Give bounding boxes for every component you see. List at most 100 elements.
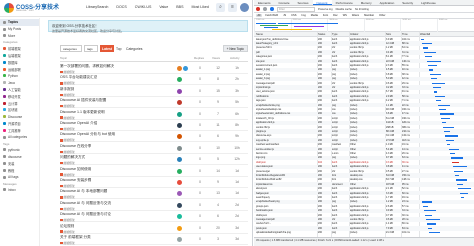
poster-avatar[interactable] (177, 88, 182, 94)
request-initiator[interactable]: vendor-3f2.js (350, 46, 384, 49)
request-name[interactable]: logo.png (256, 156, 316, 159)
topic-activity[interactable]: 2d (230, 214, 244, 218)
poster-avatar[interactable] (177, 202, 182, 208)
request-name[interactable]: topics/latest.rss (256, 183, 316, 186)
search-icon[interactable]: ⌕ (216, 3, 225, 12)
request-name[interactable]: stylesheets/desktop.css (256, 108, 316, 111)
poster-avatar[interactable] (183, 66, 188, 71)
request-name[interactable]: badges.json (256, 192, 316, 195)
topic-activity[interactable]: 3h (230, 89, 244, 93)
sidebar-tag-item[interactable]: All tags (0, 174, 39, 181)
sidebar-tag-item[interactable]: 安装 (0, 160, 39, 167)
tab-categories[interactable]: Categories (124, 45, 144, 52)
type-filter[interactable]: All (256, 14, 262, 17)
topic-title[interactable]: 新手报到 (60, 87, 74, 92)
request-name[interactable]: presence?id=1 (256, 46, 316, 49)
request-name[interactable]: categories.json (256, 55, 316, 58)
tab-top[interactable]: Top (114, 45, 123, 52)
request-initiator[interactable]: vendor-3f2.js (350, 218, 384, 221)
request-name[interactable]: onebox?url=... (256, 222, 316, 225)
col-replies[interactable]: Replies (194, 56, 204, 60)
col-views[interactable]: Views (212, 56, 220, 60)
sidebar-category-item[interactable]: 云计算 (0, 100, 39, 107)
topic-category[interactable]: 前端框架 (60, 195, 75, 199)
sidebar-nav-item[interactable]: More (0, 33, 39, 40)
request-initiator[interactable]: (index) (350, 200, 384, 203)
sidebar-category-item[interactable]: Discourse (0, 113, 39, 120)
topic-title[interactable]: Discourse 如何使用 (60, 167, 91, 172)
sidebar-category-item[interactable]: All categories (0, 134, 39, 141)
poster-avatar[interactable] (177, 111, 182, 117)
request-name[interactable]: message-bus/poll (256, 218, 316, 221)
request-initiator[interactable]: application-9c4.js (350, 86, 384, 89)
request-initiator[interactable]: application-9c4.js (350, 55, 384, 58)
nav-link[interactable]: Value (159, 5, 168, 9)
request-initiator[interactable]: application-9c4.js (350, 64, 384, 67)
topic-row[interactable]: 论坛规则 前端框架 0 20 3d (60, 223, 248, 234)
user-avatar[interactable] (240, 3, 249, 12)
request-initiator[interactable]: (index) (350, 104, 384, 107)
nav-link[interactable]: Most Liked (191, 5, 208, 9)
request-initiator[interactable]: (index) (350, 126, 384, 129)
topic-category[interactable]: 前端框架 (60, 127, 75, 131)
topic-category[interactable]: 前端框架 (60, 241, 75, 245)
topic-title[interactable]: Discourse OpenAI 分析与 bot 使用 (60, 132, 115, 137)
request-initiator[interactable]: (index) (350, 134, 384, 137)
request-initiator[interactable]: (index) (350, 121, 384, 124)
topic-title[interactable]: Discourse OpenAI 介绍 (60, 121, 97, 126)
devtools-tab[interactable]: Application (376, 0, 399, 5)
topic-title[interactable]: Discourse AI 与 本地部署问题 (60, 189, 107, 194)
type-filter[interactable]: Fetch/XHR (264, 14, 280, 17)
topic-activity[interactable]: 3d (230, 226, 244, 230)
request-initiator[interactable]: application-9c4.js (350, 196, 384, 199)
request-name[interactable]: emoji/twitter/heart.png (256, 200, 316, 203)
col-activity[interactable]: Activity (230, 56, 240, 60)
request-initiator[interactable]: Other (350, 183, 384, 186)
topic-category[interactable]: 前端框架 (60, 138, 75, 142)
request-initiator[interactable]: vendor-3f2.js (350, 51, 384, 54)
sidebar-category-item[interactable]: 移动开发 (0, 93, 39, 100)
topic-category[interactable]: 前端框架 (60, 81, 75, 85)
menu-icon[interactable]: ≡ (228, 3, 237, 12)
request-initiator[interactable]: application-9c4.js (350, 222, 384, 225)
type-filter[interactable]: JS (282, 14, 288, 17)
request-name[interactable]: presence/get (256, 170, 316, 173)
type-filter[interactable]: Wasm (350, 14, 360, 17)
request-name[interactable]: posts.json (256, 227, 316, 230)
request-initiator[interactable]: application-9c4.js (350, 60, 384, 63)
request-initiator[interactable]: application-9c4.js (350, 192, 384, 195)
topic-row[interactable]: Discourse AI 与 本地部署问题 前端框架 0 13 1d (60, 188, 248, 200)
request-name[interactable]: svg-sprite.js (256, 139, 316, 142)
request-initiator[interactable]: desktop.css (350, 174, 384, 177)
devtools-tab[interactable]: Performance (332, 0, 357, 5)
poster-avatar[interactable] (177, 157, 182, 163)
request-name[interactable]: latest.json?no_definitions=true (256, 38, 316, 41)
request-name[interactable]: message-bus/poll (256, 82, 316, 85)
devtools-tab[interactable]: Elements (254, 0, 275, 5)
request-name[interactable]: avatar_3.png (256, 77, 316, 80)
devtools-tab[interactable]: Console (275, 0, 294, 5)
poster-avatar[interactable] (177, 191, 182, 197)
request-name[interactable]: notifications (256, 95, 316, 98)
type-filter[interactable]: WS (341, 14, 348, 17)
topic-activity[interactable]: 1h (230, 66, 244, 70)
request-initiator[interactable]: application-9c4.js (350, 165, 384, 168)
topic-activity[interactable]: 2d (230, 203, 244, 207)
request-name[interactable]: stylesheets/color_definitions.css (256, 112, 316, 115)
tab-latest[interactable]: Latest (100, 45, 114, 52)
type-filter[interactable]: Media (309, 14, 319, 17)
topic-category[interactable]: 前端框架 (60, 230, 75, 234)
tag-select[interactable]: tags (84, 45, 98, 52)
topic-title[interactable]: Discourse 安装步骤 (60, 178, 91, 183)
request-initiator[interactable]: application-9c4.js (350, 209, 384, 212)
topic-row[interactable]: 关于 前端框架 分类 前端框架 0 3 3d (60, 234, 248, 245)
topic-category[interactable]: 前端框架 (60, 218, 75, 222)
type-filter[interactable]: Manifest (363, 14, 376, 17)
request-name[interactable]: poll (256, 51, 316, 54)
disable-cache-checkbox[interactable]: Disable cache (336, 8, 352, 11)
col-topic[interactable]: Topic (60, 56, 67, 60)
topic-row[interactable]: Discourse OpenAI 介绍 前端框架 0 11 8h (60, 120, 248, 131)
topic-row[interactable]: 问题的解决方式 前端框架 0 5 12h (60, 154, 248, 166)
topic-category[interactable]: 前端框架 (60, 184, 75, 188)
poster-avatar[interactable] (177, 214, 182, 220)
